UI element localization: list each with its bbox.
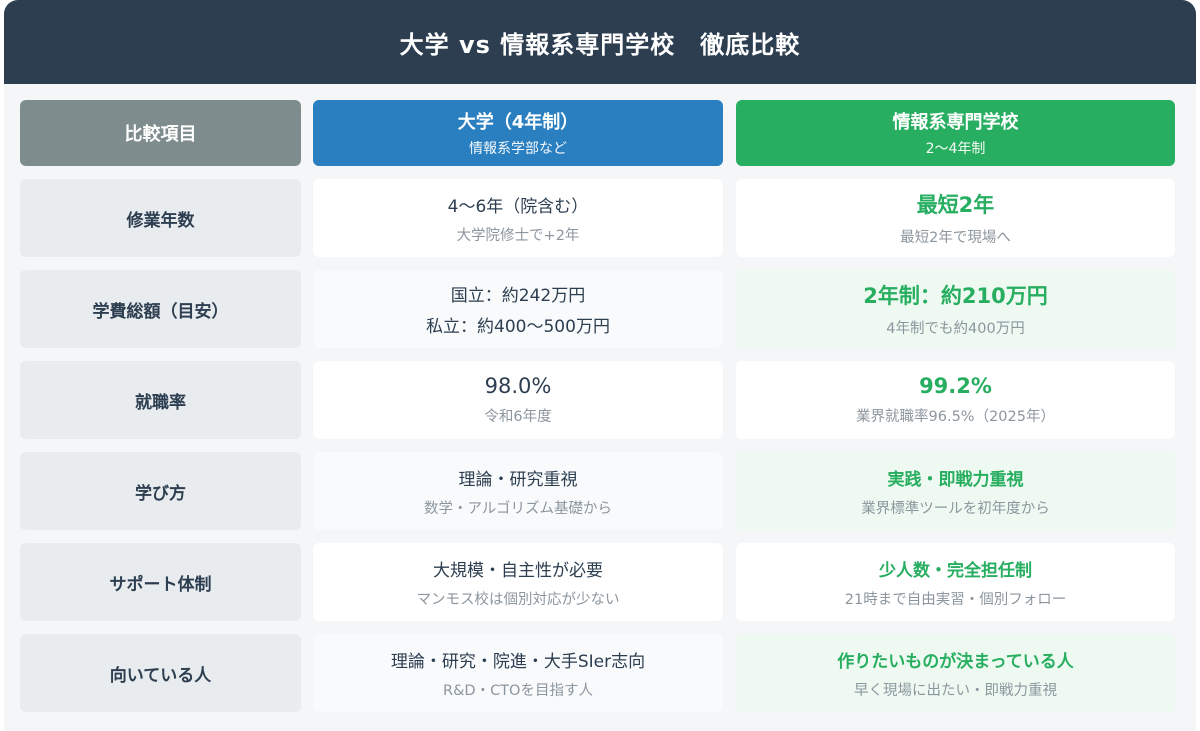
university-value: 国立：約242万円 bbox=[450, 286, 586, 306]
comparison-table: 比較項目 大学（4年制） 情報系学部など 情報系専門学校 2〜4年制 修業年数 … bbox=[20, 100, 1175, 725]
row-label: 向いている人 bbox=[109, 665, 212, 686]
header-senmon-subtitle: 2〜4年制 bbox=[925, 141, 986, 157]
header-label-cell: 比較項目 bbox=[20, 100, 301, 166]
row-label-cell: サポート体制 bbox=[20, 543, 301, 621]
university-note: R&D・CTOを目指す人 bbox=[443, 682, 593, 699]
row-label-cell: 向いている人 bbox=[20, 634, 301, 712]
row-label-cell: 修業年数 bbox=[20, 179, 301, 257]
university-cell: 98.0% 令和6年度 bbox=[313, 361, 723, 439]
table-row: 修業年数 4〜6年（院含む） 大学院修士で+2年 最短2年 最短2年で現場へ bbox=[20, 179, 1175, 257]
row-label: 修業年数 bbox=[126, 210, 195, 231]
header-label-text: 比較項目 bbox=[124, 124, 197, 145]
senmon-note: 早く現場に出たい・即戦力重視 bbox=[854, 682, 1057, 699]
university-note: 大学院修士で+2年 bbox=[456, 227, 580, 244]
table-row: 向いている人 理論・研究・院進・大手SIer志向 R&D・CTOを目指す人 作り… bbox=[20, 634, 1175, 712]
university-cell: 理論・研究重視 数学・アルゴリズム基礎から bbox=[313, 452, 723, 530]
university-value: 理論・研究・院進・大手SIer志向 bbox=[390, 651, 646, 672]
senmon-cell: 99.2% 業界就職率96.5%（2025年） bbox=[736, 361, 1175, 439]
senmon-note: 21時まで自由実習・個別フォロー bbox=[844, 591, 1067, 608]
header-senmon-cell: 情報系専門学校 2〜4年制 bbox=[736, 100, 1175, 166]
senmon-value: 最短2年 bbox=[916, 193, 995, 217]
table-row: サポート体制 大規模・自主性が必要 マンモス校は個別対応が少ない 少人数・完全担… bbox=[20, 543, 1175, 621]
senmon-cell: 最短2年 最短2年で現場へ bbox=[736, 179, 1175, 257]
senmon-cell: 少人数・完全担任制 21時まで自由実習・個別フォロー bbox=[736, 543, 1175, 621]
comparison-panel: 大学 vs 情報系専門学校 徹底比較 比較項目 大学（4年制） 情報系学部など … bbox=[4, 0, 1196, 731]
table-header-row: 比較項目 大学（4年制） 情報系学部など 情報系専門学校 2〜4年制 bbox=[20, 100, 1175, 166]
senmon-value: 99.2% bbox=[919, 374, 992, 398]
university-cell: 理論・研究・院進・大手SIer志向 R&D・CTOを目指す人 bbox=[313, 634, 723, 712]
header-senmon-title: 情報系専門学校 bbox=[892, 112, 1019, 133]
university-value: 98.0% bbox=[484, 374, 552, 398]
university-note: 令和6年度 bbox=[484, 409, 552, 425]
university-value: 4〜6年（院含む） bbox=[447, 196, 589, 217]
header-university-title: 大学（4年制） bbox=[457, 112, 579, 133]
university-cell: 4〜6年（院含む） 大学院修士で+2年 bbox=[313, 179, 723, 257]
table-row: 学費総額（目安） 国立：約242万円 私立：約400〜500万円 2年制：約21… bbox=[20, 270, 1175, 348]
senmon-cell: 2年制：約210万円 4年制でも約400万円 bbox=[736, 270, 1175, 348]
header-university-cell: 大学（4年制） 情報系学部など bbox=[313, 100, 723, 166]
university-cell: 国立：約242万円 私立：約400〜500万円 bbox=[313, 270, 723, 348]
header-university-subtitle: 情報系学部など bbox=[469, 141, 567, 157]
university-note: 数学・アルゴリズム基礎から bbox=[423, 500, 613, 517]
page-title: 大学 vs 情報系専門学校 徹底比較 bbox=[4, 0, 1196, 84]
senmon-note: 4年制でも約400万円 bbox=[886, 321, 1025, 337]
senmon-note: 業界就職率96.5%（2025年） bbox=[856, 409, 1055, 425]
university-value-line2: 私立：約400〜500万円 bbox=[426, 317, 610, 337]
row-label-cell: 就職率 bbox=[20, 361, 301, 439]
university-cell: 大規模・自主性が必要 マンモス校は個別対応が少ない bbox=[313, 543, 723, 621]
university-value: 理論・研究重視 bbox=[458, 469, 578, 490]
row-label: サポート体制 bbox=[109, 574, 212, 595]
table-row: 就職率 98.0% 令和6年度 99.2% 業界就職率96.5%（2025年） bbox=[20, 361, 1175, 439]
row-label-cell: 学費総額（目安） bbox=[20, 270, 301, 348]
row-label: 学費総額（目安） bbox=[92, 301, 229, 322]
university-note: マンモス校は個別対応が少ない bbox=[416, 591, 620, 608]
row-label-cell: 学び方 bbox=[20, 452, 301, 530]
table-row: 学び方 理論・研究重視 数学・アルゴリズム基礎から 実践・即戦力重視 業界標準ツ… bbox=[20, 452, 1175, 530]
senmon-value: 実践・即戦力重視 bbox=[887, 469, 1024, 490]
university-value: 大規模・自主性が必要 bbox=[433, 560, 603, 581]
row-label: 学び方 bbox=[135, 483, 186, 504]
senmon-value: 作りたいものが決まっている人 bbox=[837, 651, 1074, 672]
senmon-note: 最短2年で現場へ bbox=[900, 230, 1011, 246]
senmon-note: 業界標準ツールを初年度から bbox=[861, 500, 1050, 517]
senmon-value: 2年制：約210万円 bbox=[863, 284, 1048, 308]
senmon-cell: 実践・即戦力重視 業界標準ツールを初年度から bbox=[736, 452, 1175, 530]
senmon-cell: 作りたいものが決まっている人 早く現場に出たい・即戦力重視 bbox=[736, 634, 1175, 712]
senmon-value: 少人数・完全担任制 bbox=[879, 560, 1032, 581]
row-label: 就職率 bbox=[135, 392, 186, 413]
